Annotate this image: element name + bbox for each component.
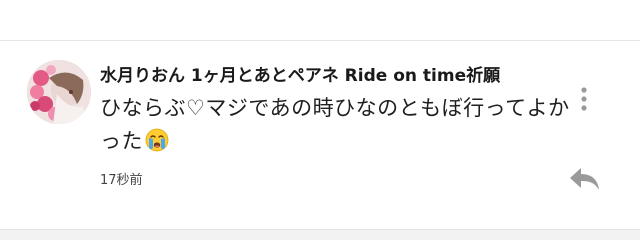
avatar-image — [27, 60, 91, 124]
bottom-divider — [0, 229, 640, 240]
comment-text: ひならぶ♡マジであの時ひなのともぼ行ってよかった — [100, 96, 570, 153]
more-options-button[interactable] — [572, 84, 596, 116]
comment-timestamp: 17秒前 — [100, 173, 143, 188]
comment-author[interactable]: 水月りおん 1ヶ月とあとペアネ Ride on time祈願 — [100, 64, 570, 88]
vertical-dots-icon — [581, 87, 587, 111]
top-divider — [0, 40, 640, 41]
reply-arrow-icon — [570, 168, 599, 190]
avatar[interactable] — [27, 60, 91, 124]
reply-button[interactable] — [566, 164, 602, 194]
comment-text-row: ひならぶ♡マジであの時ひなのともぼ行ってよかった — [100, 92, 570, 162]
comment-body: 水月りおん 1ヶ月とあとペアネ Ride on time祈願 ひならぶ♡マジであ… — [100, 64, 570, 190]
comment-panel: 水月りおん 1ヶ月とあとペアネ Ride on time祈願 ひならぶ♡マジであ… — [0, 0, 640, 240]
crying-face-icon — [145, 128, 169, 162]
